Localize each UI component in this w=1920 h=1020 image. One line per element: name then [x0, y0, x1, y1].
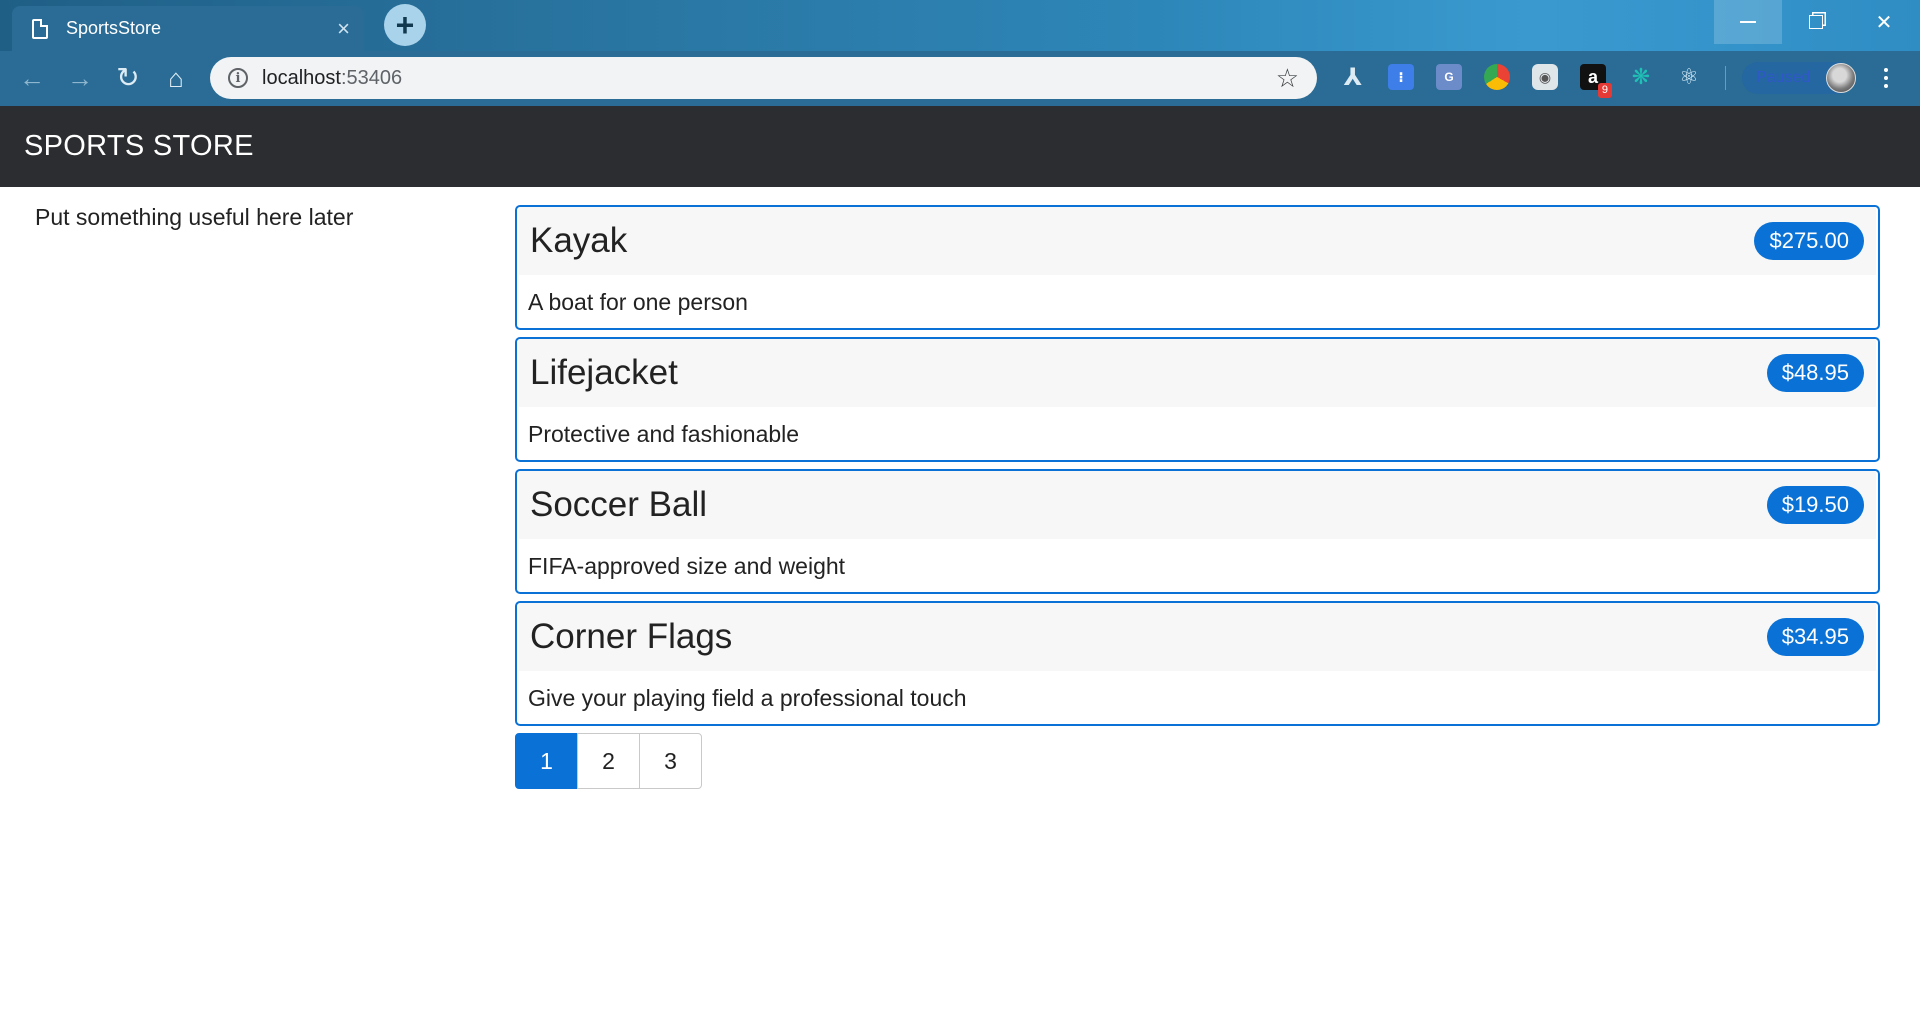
product-header: Soccer Ball $19.50: [519, 471, 1876, 539]
extension-icon[interactable]: ❋: [1628, 64, 1654, 90]
product-card: Corner Flags $34.95 Give your playing fi…: [515, 601, 1880, 726]
pagination: 1 2 3: [515, 733, 1880, 789]
product-card: Kayak $275.00 A boat for one person: [515, 205, 1880, 330]
back-icon[interactable]: ←: [16, 62, 48, 94]
product-description: A boat for one person: [528, 289, 748, 315]
paused-label: Paused: [1756, 69, 1811, 86]
page-button-3[interactable]: 3: [639, 733, 702, 789]
app-navbar: SPORTS STORE: [0, 106, 1920, 187]
url-host: localhost: [262, 66, 341, 89]
minimize-button[interactable]: [1714, 0, 1782, 44]
product-header: Corner Flags $34.95: [519, 603, 1876, 671]
restore-button[interactable]: [1782, 0, 1850, 44]
product-name: Kayak: [530, 221, 628, 260]
react-devtools-icon[interactable]: ⚛: [1676, 64, 1702, 90]
product-name: Soccer Ball: [530, 485, 708, 524]
page-button-1[interactable]: 1: [515, 733, 578, 789]
url-port: :53406: [340, 66, 403, 89]
sidebar-placeholder-text: Put something useful here later: [35, 204, 354, 230]
new-tab-button[interactable]: +: [384, 4, 426, 46]
page-button-2[interactable]: 2: [577, 733, 640, 789]
product-card: Lifejacket $48.95 Protective and fashion…: [515, 337, 1880, 462]
product-description: FIFA-approved size and weight: [528, 553, 846, 579]
extension-badge: 9: [1597, 83, 1612, 98]
info-icon[interactable]: i: [228, 68, 248, 88]
star-icon[interactable]: ☆: [1276, 65, 1299, 91]
brand-title: SPORTS STORE: [24, 130, 254, 162]
extension-icon[interactable]: ⅄: [1340, 64, 1366, 91]
forward-icon[interactable]: →: [64, 62, 96, 94]
avatar[interactable]: [1826, 63, 1856, 93]
product-list: Kayak $275.00 A boat for one person Life…: [515, 205, 1880, 789]
extension-icon[interactable]: [1484, 64, 1510, 90]
product-card: Soccer Ball $19.50 FIFA-approved size an…: [515, 469, 1880, 594]
toolbar-divider: [1725, 66, 1726, 90]
price-badge: $19.50: [1766, 486, 1864, 524]
product-name: Corner Flags: [530, 617, 733, 656]
close-icon[interactable]: ×: [337, 17, 350, 40]
amazon-extension-icon[interactable]: a9: [1580, 64, 1612, 98]
price-badge: $34.95: [1766, 618, 1864, 656]
tab-title: SportsStore: [66, 18, 162, 38]
camera-extension-icon[interactable]: ◉: [1532, 64, 1558, 90]
price-badge: $48.95: [1766, 354, 1864, 392]
page-icon: [32, 18, 48, 39]
product-header: Lifejacket $48.95: [519, 339, 1876, 407]
price-badge: $275.00: [1754, 222, 1864, 260]
product-name: Lifejacket: [530, 353, 678, 392]
product-description: Give your playing field a professional t…: [528, 685, 967, 711]
close-window-button[interactable]: ✕: [1850, 0, 1918, 44]
product-description: Protective and fashionable: [528, 421, 800, 447]
product-header: Kayak $275.00: [519, 207, 1876, 275]
translate-extension-icon[interactable]: G: [1436, 64, 1462, 90]
reload-icon[interactable]: ↻: [112, 62, 144, 94]
home-icon[interactable]: ⌂: [160, 62, 192, 94]
address-bar[interactable]: i localhost:53406 ☆: [210, 57, 1317, 99]
browser-tab[interactable]: SportsStore ×: [12, 6, 364, 51]
extension-icon[interactable]: ⁝: [1388, 64, 1414, 90]
menu-icon[interactable]: [1876, 62, 1896, 94]
